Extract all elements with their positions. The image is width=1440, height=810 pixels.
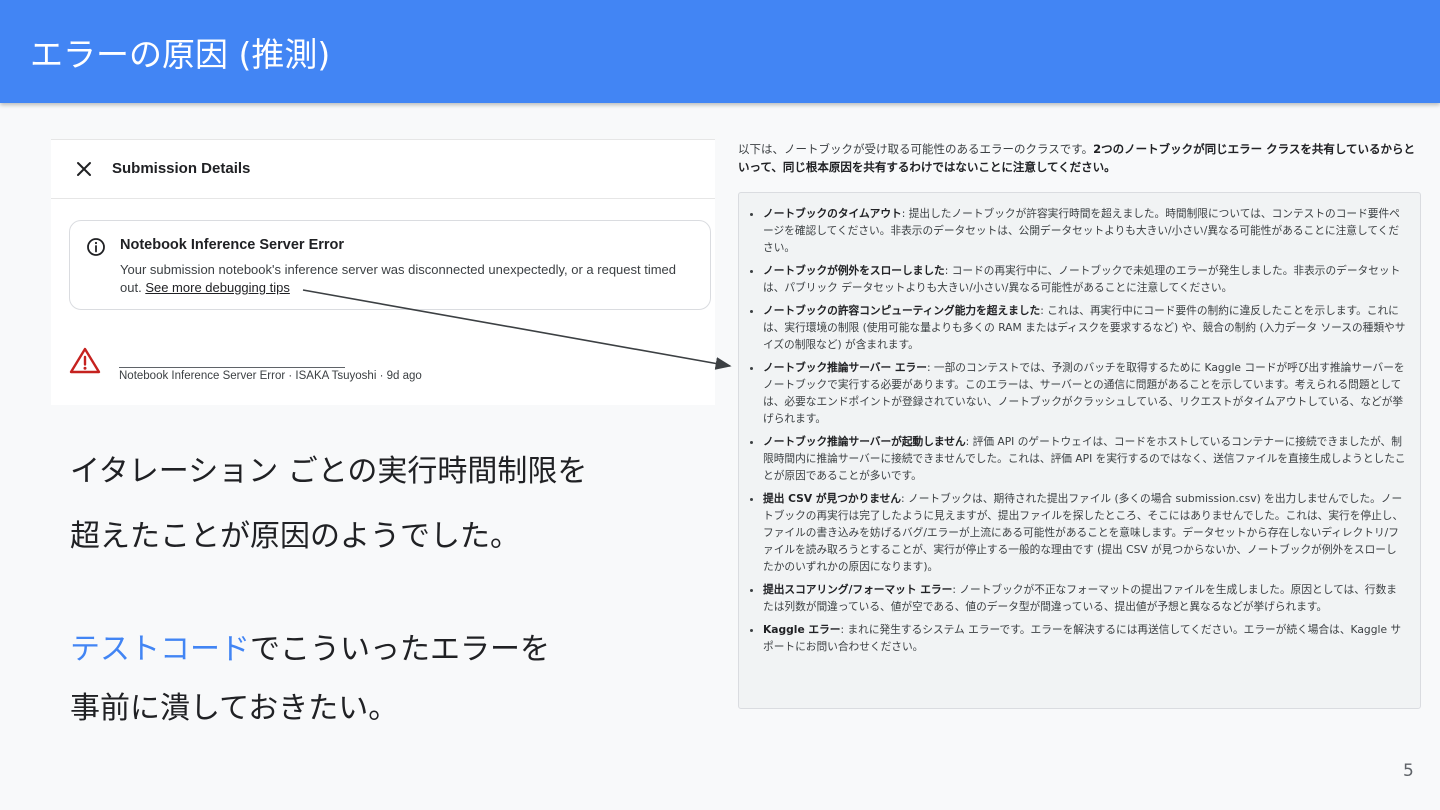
list-item: ノートブック推論サーバー エラー: 一部のコンテストでは、予測のバッチを取得する… (763, 359, 1406, 427)
list-item: Kaggle エラー: まれに発生するシステム エラーです。エラーを解決するには… (763, 621, 1406, 655)
list-item-term: ノートブックのタイムアウト (763, 207, 902, 220)
body-line-3: テストコードでこういったエラーを (70, 624, 550, 668)
warning-icon (69, 347, 101, 374)
list-item-term: Kaggle エラー (763, 623, 841, 636)
slide-header: エラーの原因 (推測) (0, 0, 1440, 103)
list-item-term: ノートブックの許容コンピューティング能力を超えました (763, 304, 1041, 317)
close-icon[interactable] (76, 161, 92, 177)
list-item: ノートブック推論サーバーが起動しません: 評価 API のゲートウェイは、コード… (763, 433, 1406, 484)
list-item-term: ノートブック推論サーバーが起動しません (763, 435, 966, 448)
error-class-list-box: ノートブックのタイムアウト: 提出したノートブックが許容実行時間を超えました。時… (738, 192, 1421, 709)
error-class-list: ノートブックのタイムアウト: 提出したノートブックが許容実行時間を超えました。時… (749, 205, 1406, 655)
list-item-term: 提出 CSV が見つかりません (763, 492, 902, 505)
info-icon (87, 238, 105, 256)
divider-line (119, 367, 345, 368)
submission-details-panel: Submission Details Notebook Inference Se… (51, 139, 715, 405)
error-message: Your submission notebook's inference ser… (120, 261, 700, 297)
list-item-desc: : まれに発生するシステム エラーです。エラーを解決するには再送信してください。… (763, 623, 1402, 653)
submission-details-header: Submission Details (51, 140, 715, 199)
error-title: Notebook Inference Server Error (120, 237, 345, 253)
list-item-term: ノートブックが例外をスローしました (763, 264, 945, 277)
error-callout: Notebook Inference Server Error Your sub… (69, 220, 711, 310)
test-code-highlight: テストコード (70, 632, 250, 667)
error-meta: Notebook Inference Server Error · ISAKA … (119, 370, 422, 382)
doc-intro-normal: 以下は、ノートブックが受け取る可能性のあるエラーのクラスです。 (738, 142, 1094, 156)
list-item: ノートブックのタイムアウト: 提出したノートブックが許容実行時間を超えました。時… (763, 205, 1406, 256)
slide-title: エラーの原因 (推測) (30, 35, 331, 74)
doc-intro: 以下は、ノートブックが受け取る可能性のあるエラーのクラスです。2つのノートブック… (738, 140, 1422, 176)
body-line-3-rest: でこういったエラーを (250, 632, 550, 667)
debugging-tips-link[interactable]: See more debugging tips (145, 280, 290, 295)
body-line-2: 超えたことが原因のようでした。 (70, 519, 520, 554)
body-line-4: 事前に潰しておきたい。 (70, 691, 399, 726)
list-item: ノートブックの許容コンピューティング能力を超えました: これは、再実行中にコード… (763, 302, 1406, 353)
list-item: ノートブックが例外をスローしました: コードの再実行中に、ノートブックで未処理の… (763, 262, 1406, 296)
list-item: 提出スコアリング/フォーマット エラー: ノートブックが不正なフォーマットの提出… (763, 581, 1406, 615)
list-item-term: 提出スコアリング/フォーマット エラー (763, 583, 953, 596)
page-number: 5 (1403, 761, 1414, 781)
body-line-1: イタレーション ごとの実行時間制限を (70, 454, 588, 489)
list-item-term: ノートブック推論サーバー エラー (763, 361, 927, 374)
list-item: 提出 CSV が見つかりません: ノートブックは、期待された提出ファイル (多く… (763, 490, 1406, 575)
submission-details-title: Submission Details (112, 160, 251, 177)
